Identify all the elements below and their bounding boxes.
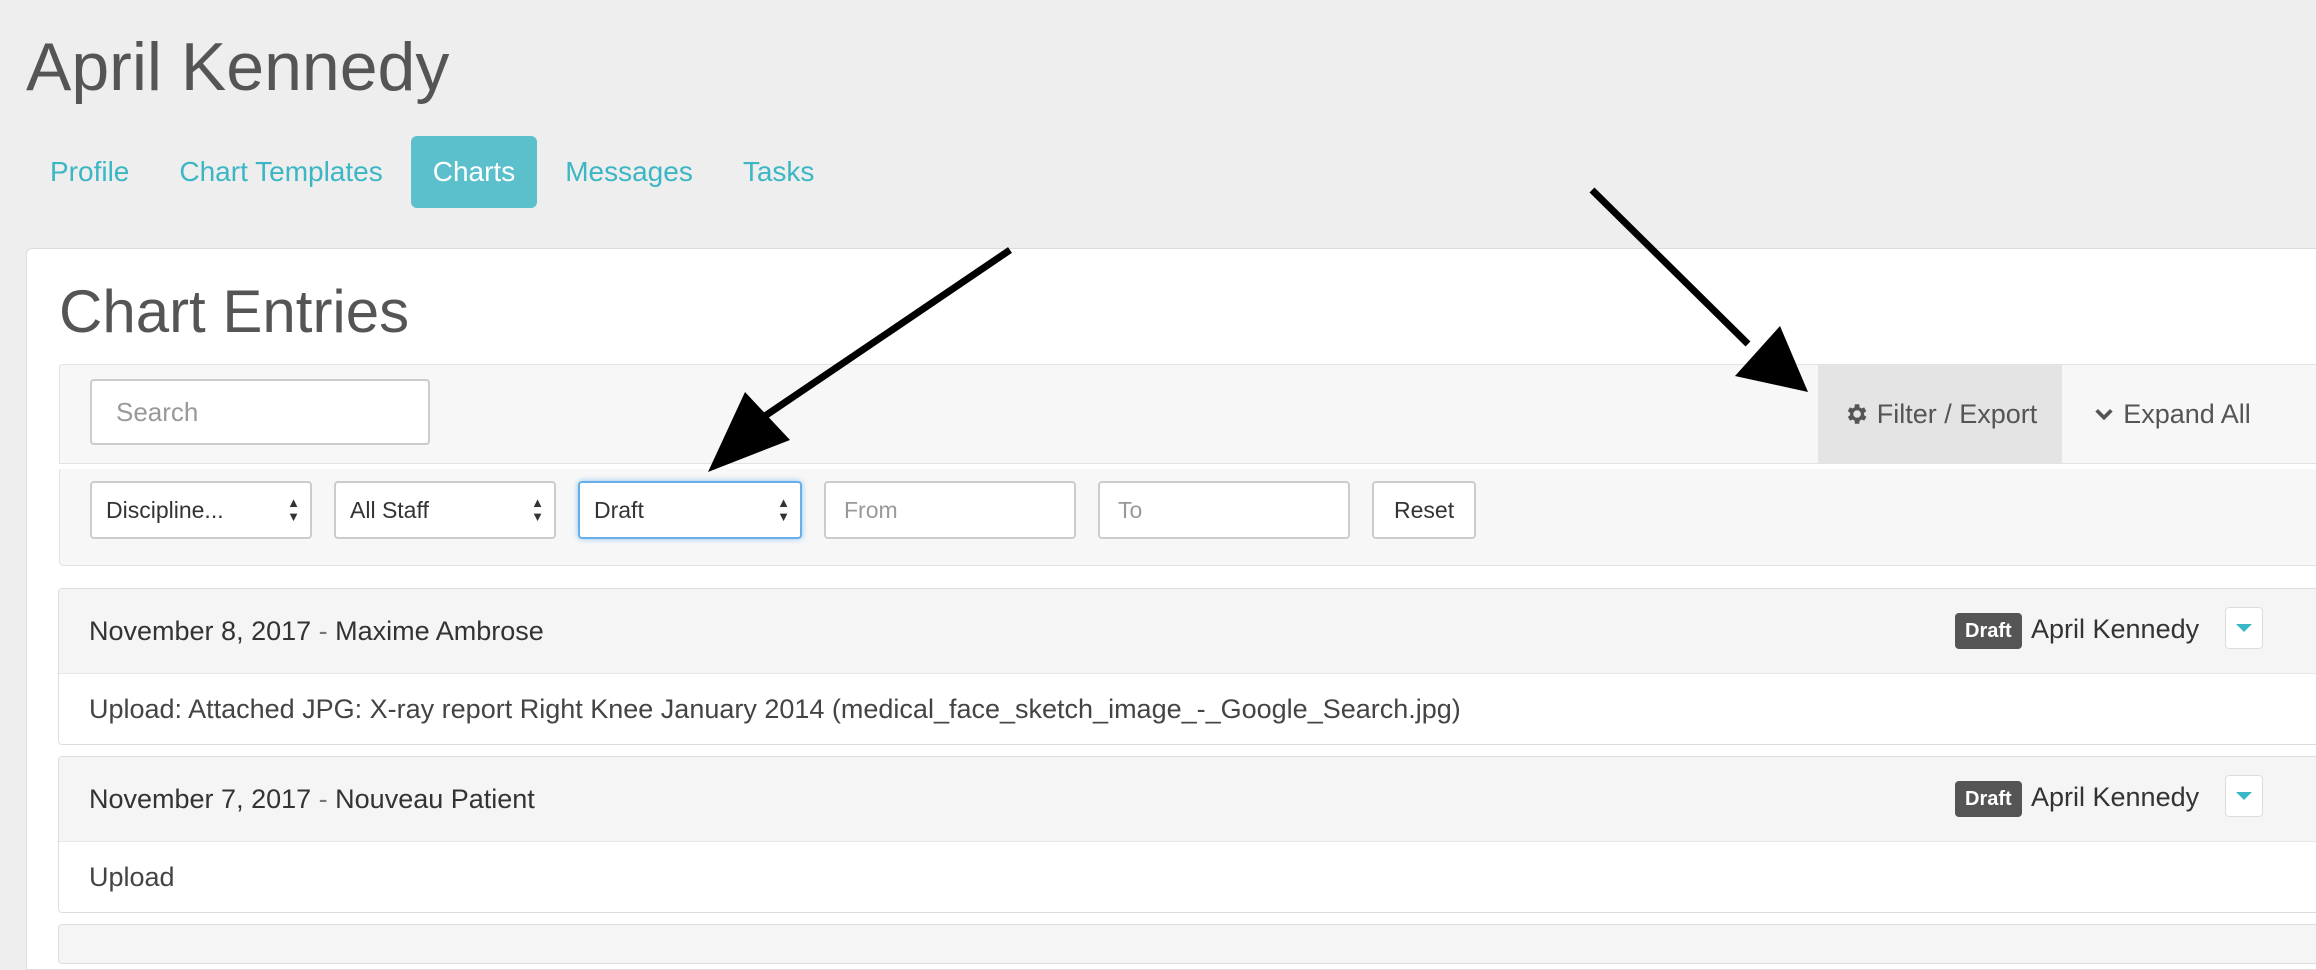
from-date-placeholder: From xyxy=(844,497,898,523)
filter-bar: Discipline... ▲ ▼ All Staff ▲ ▼ Draft ▲ ▼ F… xyxy=(59,469,2316,566)
status-badge: Draft xyxy=(1955,781,2022,817)
status-select-value: Draft xyxy=(594,497,644,523)
select-arrows-icon: ▲ ▼ xyxy=(287,495,300,524)
entry-body: Upload: Attached JPG: X-ray report Right… xyxy=(89,694,1461,724)
to-date-placeholder: To xyxy=(1118,497,1143,523)
chart-entry: November 8, 2017 - Maxime Ambrose Draft … xyxy=(58,588,2316,745)
caret-down-icon xyxy=(2236,792,2252,800)
entry-title: November 7, 2017 - Nouveau Patient xyxy=(89,757,535,841)
from-date-input[interactable]: From xyxy=(824,481,1076,539)
tab-tasks[interactable]: Tasks xyxy=(721,136,837,208)
search-input[interactable] xyxy=(90,379,430,445)
chart-entry: November 7, 2017 - Nouveau Patient Draft… xyxy=(58,756,2316,913)
entry-patient: Nouveau Patient xyxy=(335,784,535,814)
tab-messages[interactable]: Messages xyxy=(543,136,715,208)
toolbar: Filter / Export Expand All xyxy=(59,364,2316,464)
reset-button[interactable]: Reset xyxy=(1372,481,1477,539)
entry-body: Upload xyxy=(89,862,175,892)
select-arrows-icon: ▲ ▼ xyxy=(531,495,544,524)
caret-down-icon xyxy=(2236,624,2252,632)
discipline-select[interactable]: Discipline... ▲ ▼ xyxy=(90,481,312,539)
entry-separator: - xyxy=(318,784,328,814)
expand-all-label: Expand All xyxy=(2123,398,2251,429)
entry-date: November 7, 2017 xyxy=(89,784,312,814)
entry-toggle-button[interactable] xyxy=(2225,775,2263,817)
filter-export-label: Filter / Export xyxy=(1876,398,2038,429)
expand-all-button[interactable]: Expand All xyxy=(2062,365,2282,463)
entry-author: April Kennedy xyxy=(2031,614,2200,644)
status-badge: Draft xyxy=(1955,613,2022,649)
entry-header[interactable]: November 7, 2017 - Nouveau Patient Draft… xyxy=(59,757,2316,842)
entry-date: November 8, 2017 xyxy=(89,616,312,646)
filter-export-button[interactable]: Filter / Export xyxy=(1818,365,2062,463)
select-arrows-icon: ▲ ▼ xyxy=(777,495,790,524)
entry-toggle-button[interactable] xyxy=(2225,607,2263,649)
discipline-select-value: Discipline... xyxy=(106,497,224,523)
patient-name: April Kennedy xyxy=(26,29,450,105)
panel-title: Chart Entries xyxy=(59,278,410,345)
entry-patient: Maxime Ambrose xyxy=(335,616,544,646)
gear-icon xyxy=(1847,404,1867,424)
to-date-input[interactable]: To xyxy=(1098,481,1350,539)
tab-bar: Profile Chart Templates Charts Messages … xyxy=(28,136,836,208)
status-select[interactable]: Draft ▲ ▼ xyxy=(578,481,802,539)
entry-title: November 8, 2017 - Maxime Ambrose xyxy=(89,589,544,673)
entry-separator: - xyxy=(318,616,328,646)
tab-profile[interactable]: Profile xyxy=(28,136,151,208)
tab-charts[interactable]: Charts xyxy=(410,136,538,208)
chevron-down-icon xyxy=(2095,409,2113,421)
entry-header[interactable]: November 8, 2017 - Maxime Ambrose Draft … xyxy=(59,589,2316,674)
staff-select-value: All Staff xyxy=(350,497,429,523)
chart-entry xyxy=(58,924,2316,964)
staff-select[interactable]: All Staff ▲ ▼ xyxy=(334,481,556,539)
entry-author: April Kennedy xyxy=(2031,782,2200,812)
tab-chart-templates[interactable]: Chart Templates xyxy=(157,136,404,208)
